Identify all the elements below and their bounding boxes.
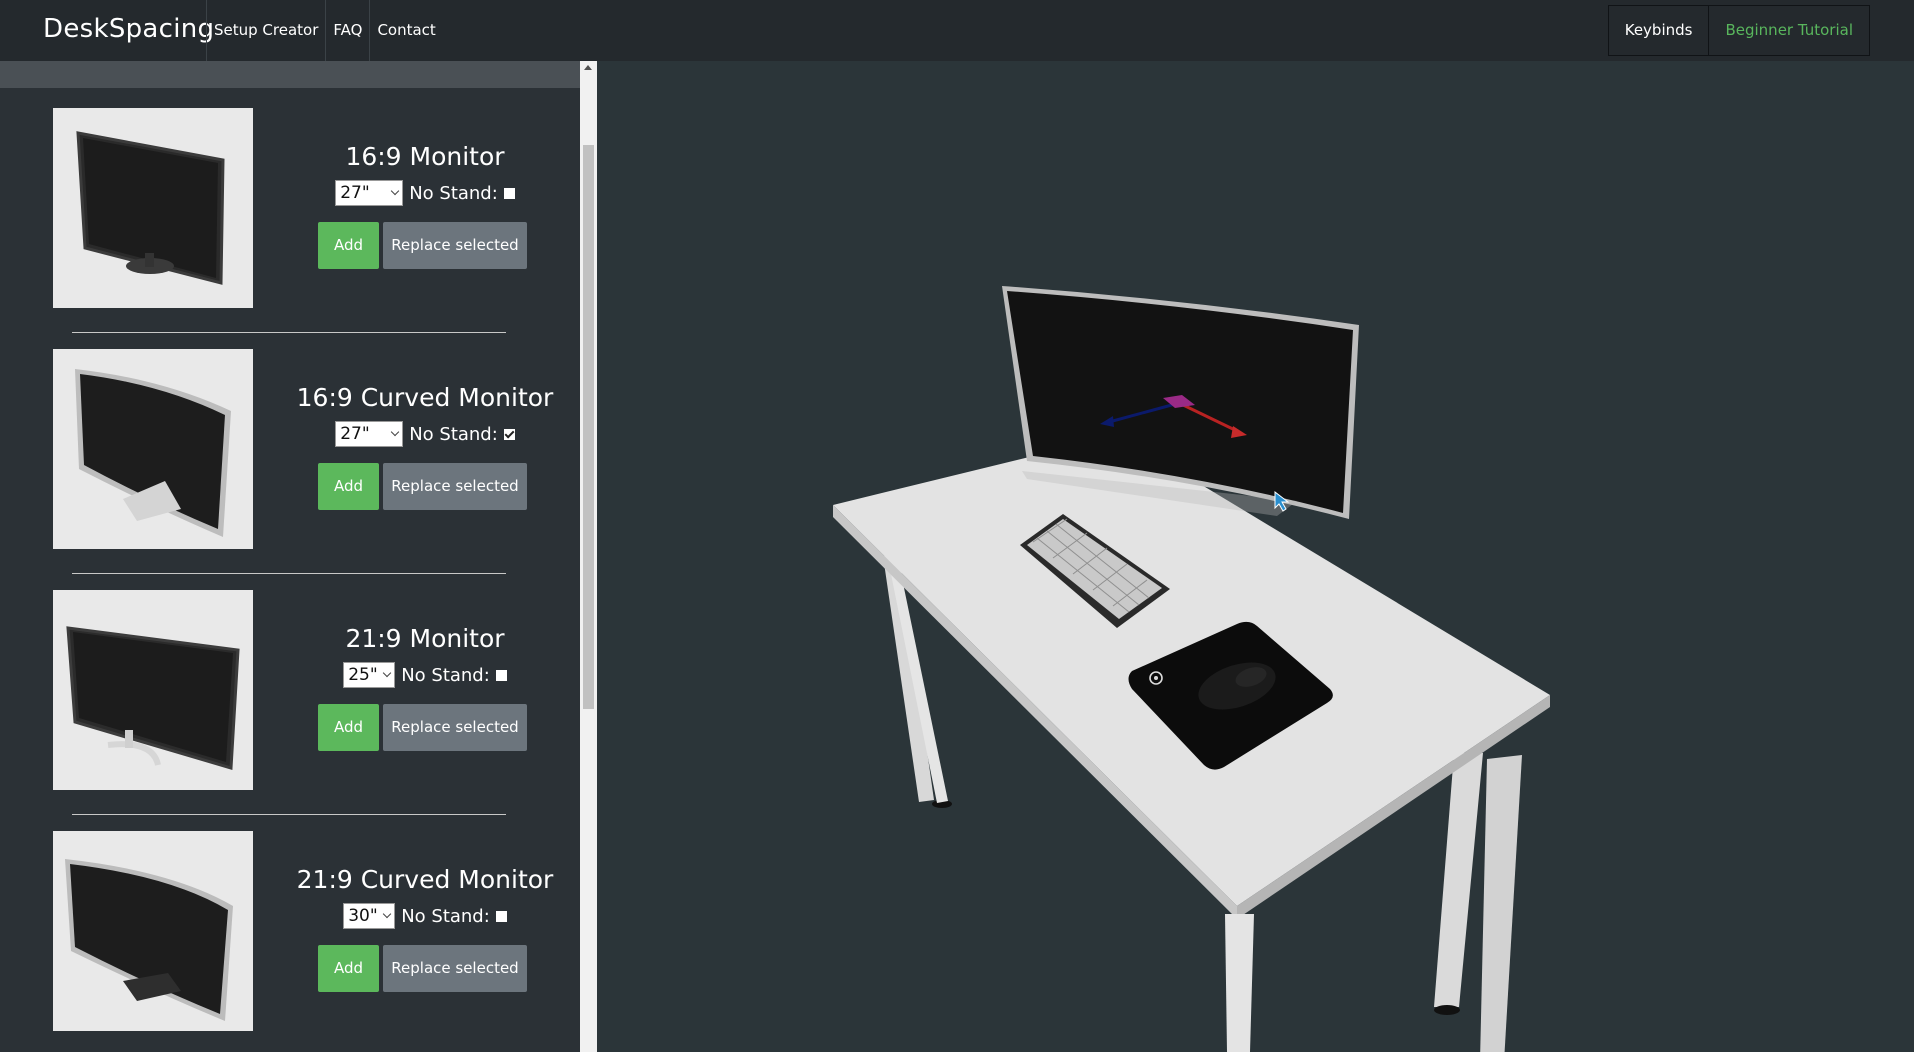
product-controls: 27" No Stand: [260,180,580,206]
product-thumbnail [53,831,253,1031]
size-select-value: 27" [340,424,370,444]
sidebar-scrollbar[interactable] [580,61,597,1052]
chevron-down-icon [390,186,400,196]
add-button[interactable]: Add [318,704,379,751]
keybinds-button[interactable]: Keybinds [1608,6,1710,55]
nav-right-group: Keybinds Beginner Tutorial [1607,5,1870,56]
product-title: 16:9 Curved Monitor [296,383,554,412]
size-select[interactable]: 27" [335,180,404,206]
product-item: 16:9 Monitor 27" No Stand: Add Replace s… [0,92,580,333]
add-button[interactable]: Add [318,463,379,510]
no-stand-label: No Stand: [401,905,490,927]
product-thumbnail [53,349,253,549]
size-select[interactable]: 30" [343,903,396,929]
size-select[interactable]: 25" [343,662,396,688]
desk-leg-front-right [1434,753,1483,1015]
product-sidebar: 16:9 Monitor 27" No Stand: Add Replace s… [0,61,580,1052]
chevron-down-icon [382,668,392,678]
no-stand-label: No Stand: [409,423,498,445]
size-select-value: 30" [348,906,378,926]
product-controls: 25" No Stand: [260,662,580,688]
add-button[interactable]: Add [318,222,379,269]
size-select-value: 27" [340,183,370,203]
no-stand-checkbox[interactable] [503,187,515,199]
replace-selected-button[interactable]: Replace selected [383,463,527,510]
no-stand-checkbox[interactable] [495,910,507,922]
nav-link-faq[interactable]: FAQ [325,0,369,61]
sidebar-header-bar [0,61,580,88]
product-buttons: Add Replace selected [318,945,527,992]
scrollbar-thumb[interactable] [583,145,594,709]
product-title: 21:9 Curved Monitor [296,865,554,894]
product-title: 16:9 Monitor [345,142,505,171]
size-select[interactable]: 27" [335,421,404,447]
no-stand-label: No Stand: [401,664,490,686]
size-select-value: 25" [348,665,378,685]
product-item: 21:9 Curved Monitor 30" No Stand: Add Re… [0,815,580,1052]
product-buttons: Add Replace selected [318,463,527,510]
product-thumbnail [53,590,253,790]
nav-links: Setup Creator FAQ Contact [206,0,443,61]
product-controls: 30" No Stand: [260,903,580,929]
no-stand-checkbox[interactable] [495,669,507,681]
replace-selected-button[interactable]: Replace selected [383,704,527,751]
top-navbar: DeskSpacing Setup Creator FAQ Contact Ke… [0,0,1914,61]
3d-viewport[interactable] [597,61,1914,1052]
product-thumbnail [53,108,253,308]
chevron-down-icon [390,427,400,437]
no-stand-checkbox[interactable] [503,428,515,440]
beginner-tutorial-button[interactable]: Beginner Tutorial [1709,6,1869,55]
product-buttons: Add Replace selected [318,704,527,751]
desk-leg-front-left [1225,914,1254,1052]
product-item: 16:9 Curved Monitor 27" No Stand: Add Re… [0,333,580,574]
brand-logo[interactable]: DeskSpacing [43,14,214,44]
scroll-up-arrow-icon[interactable] [584,65,592,70]
nav-link-setup-creator[interactable]: Setup Creator [206,0,325,61]
add-button[interactable]: Add [318,945,379,992]
replace-selected-button[interactable]: Replace selected [383,945,527,992]
desk-leg-back-right [1480,755,1522,1052]
replace-selected-button[interactable]: Replace selected [383,222,527,269]
product-controls: 27" No Stand: [260,421,580,447]
nav-link-contact[interactable]: Contact [369,0,442,61]
chevron-down-icon [382,909,392,919]
product-buttons: Add Replace selected [318,222,527,269]
product-item: 21:9 Monitor 25" No Stand: Add Replace s… [0,574,580,815]
no-stand-label: No Stand: [409,182,498,204]
product-title: 21:9 Monitor [345,624,505,653]
